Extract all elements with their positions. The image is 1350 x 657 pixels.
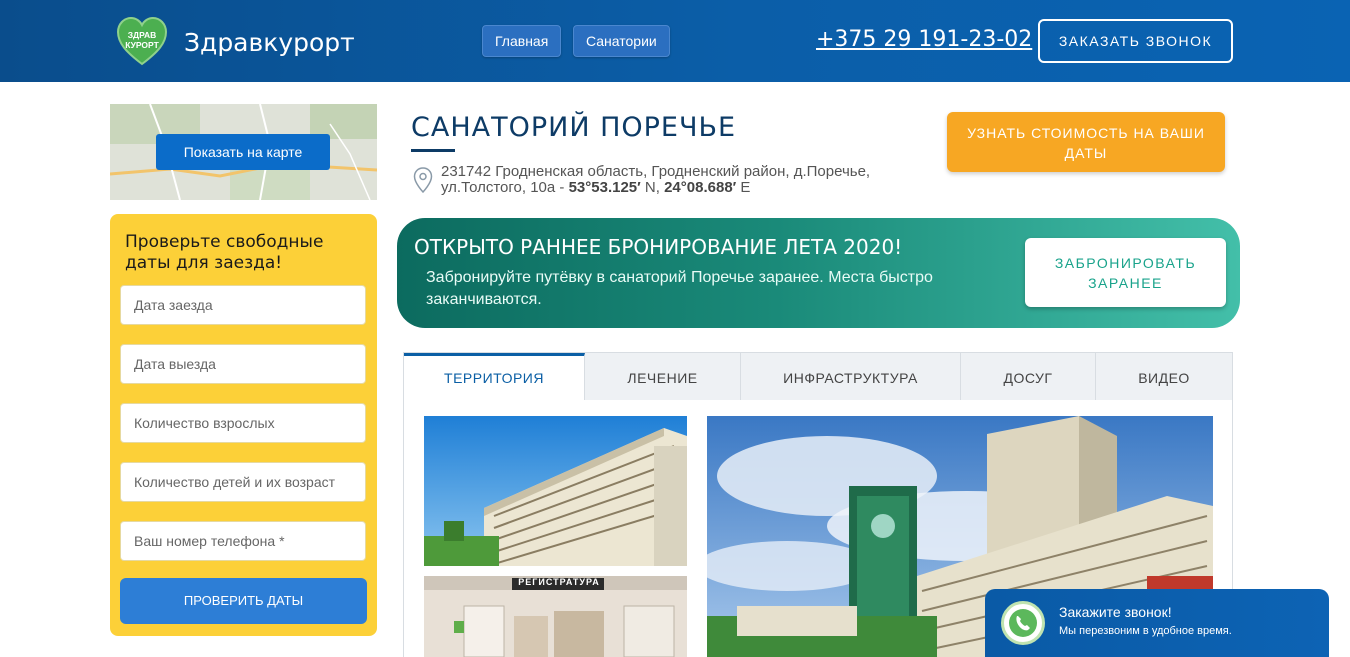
check-dates-title: Проверьте свободные даты для заезда! [125, 232, 324, 273]
latitude: 53°53.125′ [568, 179, 641, 196]
page-title: САНАТОРИЙ ПОРЕЧЬЕ [411, 112, 737, 143]
building-image [424, 416, 687, 566]
show-on-map-button[interactable]: Показать на карте [156, 134, 330, 170]
adults-count-field[interactable]: Количество взрослых [120, 403, 366, 443]
tab-infrastructure[interactable]: ИНФРАСТРУКТУРА [741, 353, 961, 400]
book-early-button[interactable]: ЗАБРОНИРОВАТЬ ЗАРАНЕЕ [1025, 238, 1226, 307]
tab-bar: ТЕРРИТОРИЯ ЛЕЧЕНИЕ ИНФРАСТРУКТУРА ДОСУГ … [403, 352, 1233, 401]
address-text: 231742 Гродненская область, Гродненский … [441, 164, 891, 196]
tab-territory[interactable]: ТЕРРИТОРИЯ [404, 353, 585, 401]
callback-title: Закажите звонок! [1059, 604, 1172, 620]
check-dates-form: Проверьте свободные даты для заезда! Дат… [110, 214, 377, 636]
nav-sanatoriums-button[interactable]: Санатории [573, 25, 670, 57]
site-header: ЗДРАВ КУРОРТ Здравкурорт Главная Санатор… [0, 0, 1350, 82]
phone-link[interactable]: +375 29 191-23-02 [816, 27, 1032, 52]
get-price-button[interactable]: УЗНАТЬ СТОИМОСТЬ НА ВАШИ ДАТЫ [947, 112, 1225, 172]
map-pin-icon [413, 167, 433, 193]
photo-reception[interactable]: РЕГИСТРАТУРА [424, 576, 687, 657]
map-preview[interactable]: Показать на карте [110, 104, 377, 200]
reception-sign: РЕГИСТРАТУРА [518, 577, 600, 587]
banner-text: Забронируйте путёвку в санаторий Поречье… [426, 269, 933, 308]
order-call-button[interactable]: ЗАКАЗАТЬ ЗВОНОК [1038, 19, 1233, 63]
tab-leisure[interactable]: ДОСУГ [961, 353, 1096, 400]
banner-title: ОТКРЫТО РАННЕЕ БРОНИРОВАНИЕ ЛЕТА 2020! [414, 235, 903, 259]
photo-building[interactable] [424, 416, 687, 566]
children-field[interactable]: Количество детей и их возраст [120, 462, 366, 502]
longitude-dir: E [736, 179, 751, 196]
logo-text-top: ЗДРАВ [128, 30, 157, 40]
check-dates-button[interactable]: ПРОВЕРИТЬ ДАТЫ [120, 578, 367, 624]
latitude-dir: N, [640, 179, 665, 196]
callback-text: Мы перезвоним в удобное время. [1059, 625, 1232, 637]
phone-number-field[interactable]: Ваш номер телефона * [120, 521, 366, 561]
tab-treatment[interactable]: ЛЕЧЕНИЕ [585, 353, 741, 400]
nav-home-button[interactable]: Главная [482, 25, 562, 57]
callback-widget[interactable]: Закажите звонок! Мы перезвоним в удобное… [985, 589, 1329, 657]
reception-image [424, 576, 687, 657]
checkin-date-field[interactable]: Дата заезда [120, 285, 366, 325]
title-underline [411, 149, 455, 152]
phone-icon[interactable] [1001, 601, 1045, 645]
checkout-date-field[interactable]: Дата выезда [120, 344, 366, 384]
tab-video[interactable]: ВИДЕО [1096, 353, 1232, 400]
longitude: 24°08.688′ [664, 179, 737, 196]
brand-name[interactable]: Здравкурорт [184, 28, 355, 57]
early-booking-banner: ОТКРЫТО РАННЕЕ БРОНИРОВАНИЕ ЛЕТА 2020! З… [397, 218, 1240, 328]
logo-heart-icon[interactable]: ЗДРАВ КУРОРТ [116, 16, 168, 66]
logo-text-bottom: КУРОРТ [125, 40, 159, 50]
